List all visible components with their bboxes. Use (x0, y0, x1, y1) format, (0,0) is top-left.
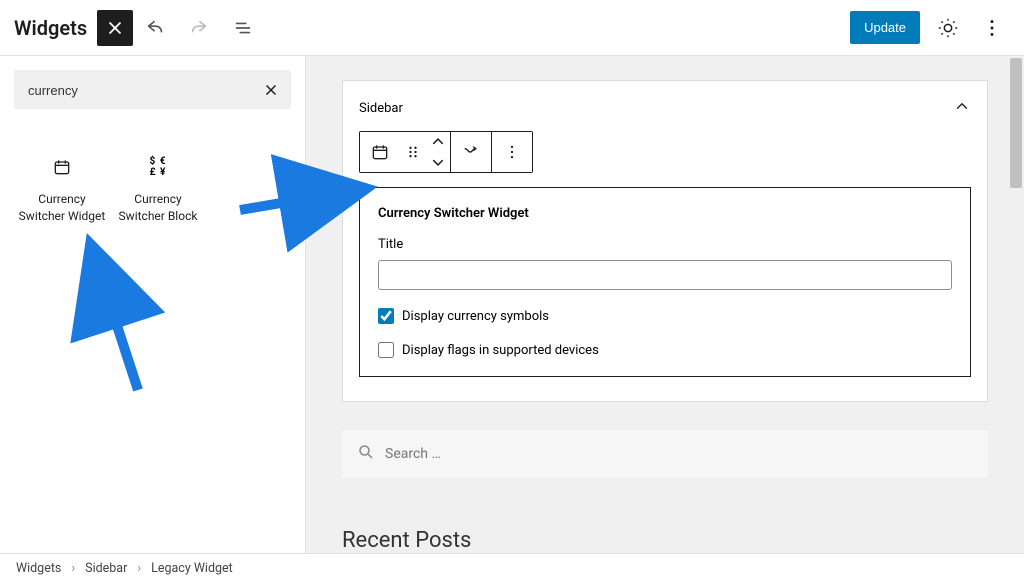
title-input[interactable] (378, 260, 952, 290)
search-widget-wrapper: Search … Recent Posts (342, 430, 988, 553)
title-field-label: Title (378, 237, 952, 252)
search-placeholder: Search … (385, 446, 441, 462)
editor-canvas: Sidebar (306, 56, 1024, 553)
redo-button[interactable] (181, 10, 217, 46)
undo-button[interactable] (137, 10, 173, 46)
block-type-button[interactable] (360, 132, 400, 172)
list-view-icon (232, 17, 254, 39)
update-button[interactable]: Update (850, 11, 920, 44)
drag-icon (403, 142, 423, 162)
calendar-icon (370, 142, 390, 162)
chevron-right-icon: › (137, 561, 141, 576)
checkbox-flags[interactable] (378, 342, 394, 358)
recent-posts-heading: Recent Posts (342, 528, 988, 553)
close-icon (104, 17, 126, 39)
close-icon (262, 81, 280, 99)
block-item-currency-switcher-widget[interactable]: Currency Switcher Widget (14, 149, 110, 231)
move-buttons[interactable] (426, 132, 450, 172)
undo-icon (144, 17, 166, 39)
close-inserter-button[interactable] (97, 10, 133, 46)
chevron-down-icon (428, 153, 448, 172)
scrollbar-thumb[interactable] (1010, 58, 1022, 188)
block-options-button[interactable] (492, 132, 532, 172)
settings-button[interactable] (930, 10, 966, 46)
calendar-icon (50, 155, 74, 179)
clear-search-button[interactable] (257, 76, 285, 104)
chevron-up-icon (428, 132, 448, 151)
breadcrumb-item[interactable]: Legacy Widget (151, 561, 233, 576)
block-results: Currency Switcher Widget $ €£ ¥ Currency… (14, 149, 291, 231)
move-to-widget-area-button[interactable] (451, 132, 491, 172)
collapse-area-button[interactable] (953, 97, 971, 119)
currencies-icon: $ €£ ¥ (146, 155, 170, 179)
page-title: Widgets (14, 16, 87, 40)
option-label: Display flags in supported devices (402, 343, 599, 358)
block-search-box (14, 70, 291, 109)
editor-top-toolbar: Widgets Update (0, 0, 1024, 56)
breadcrumb: Widgets › Sidebar › Legacy Widget (0, 553, 1024, 583)
move-icon (461, 142, 481, 162)
option-display-flags[interactable]: Display flags in supported devices (378, 342, 952, 358)
widget-heading: Currency Switcher Widget (378, 206, 952, 221)
redo-icon (188, 17, 210, 39)
widget-area-name: Sidebar (359, 101, 403, 116)
selected-widget-block[interactable]: Currency Switcher Widget Title Display c… (359, 187, 971, 377)
scrollbar-track[interactable] (1008, 56, 1024, 553)
breadcrumb-item[interactable]: Sidebar (85, 561, 127, 576)
block-toolbar (359, 131, 533, 173)
option-label: Display currency symbols (402, 309, 549, 324)
search-widget[interactable]: Search … (342, 430, 988, 478)
chevron-right-icon: › (71, 561, 75, 576)
block-search-input[interactable] (28, 83, 255, 98)
checkbox-symbols[interactable] (378, 308, 394, 324)
list-view-button[interactable] (225, 10, 261, 46)
options-button[interactable] (974, 10, 1010, 46)
block-item-label: Currency Switcher Widget (16, 191, 108, 225)
more-vertical-icon (502, 142, 522, 162)
widget-area-card: Sidebar (342, 80, 988, 402)
search-icon (357, 443, 375, 465)
gear-icon (937, 17, 959, 39)
more-vertical-icon (981, 17, 1003, 39)
drag-handle[interactable] (400, 132, 426, 172)
option-display-symbols[interactable]: Display currency symbols (378, 308, 952, 324)
block-inserter-panel: Currency Switcher Widget $ €£ ¥ Currency… (0, 56, 306, 553)
block-item-currency-switcher-block[interactable]: $ €£ ¥ Currency Switcher Block (110, 149, 206, 231)
block-item-label: Currency Switcher Block (112, 191, 204, 225)
main-area: Currency Switcher Widget $ €£ ¥ Currency… (0, 56, 1024, 553)
breadcrumb-item[interactable]: Widgets (16, 561, 61, 576)
chevron-up-icon (953, 97, 971, 115)
